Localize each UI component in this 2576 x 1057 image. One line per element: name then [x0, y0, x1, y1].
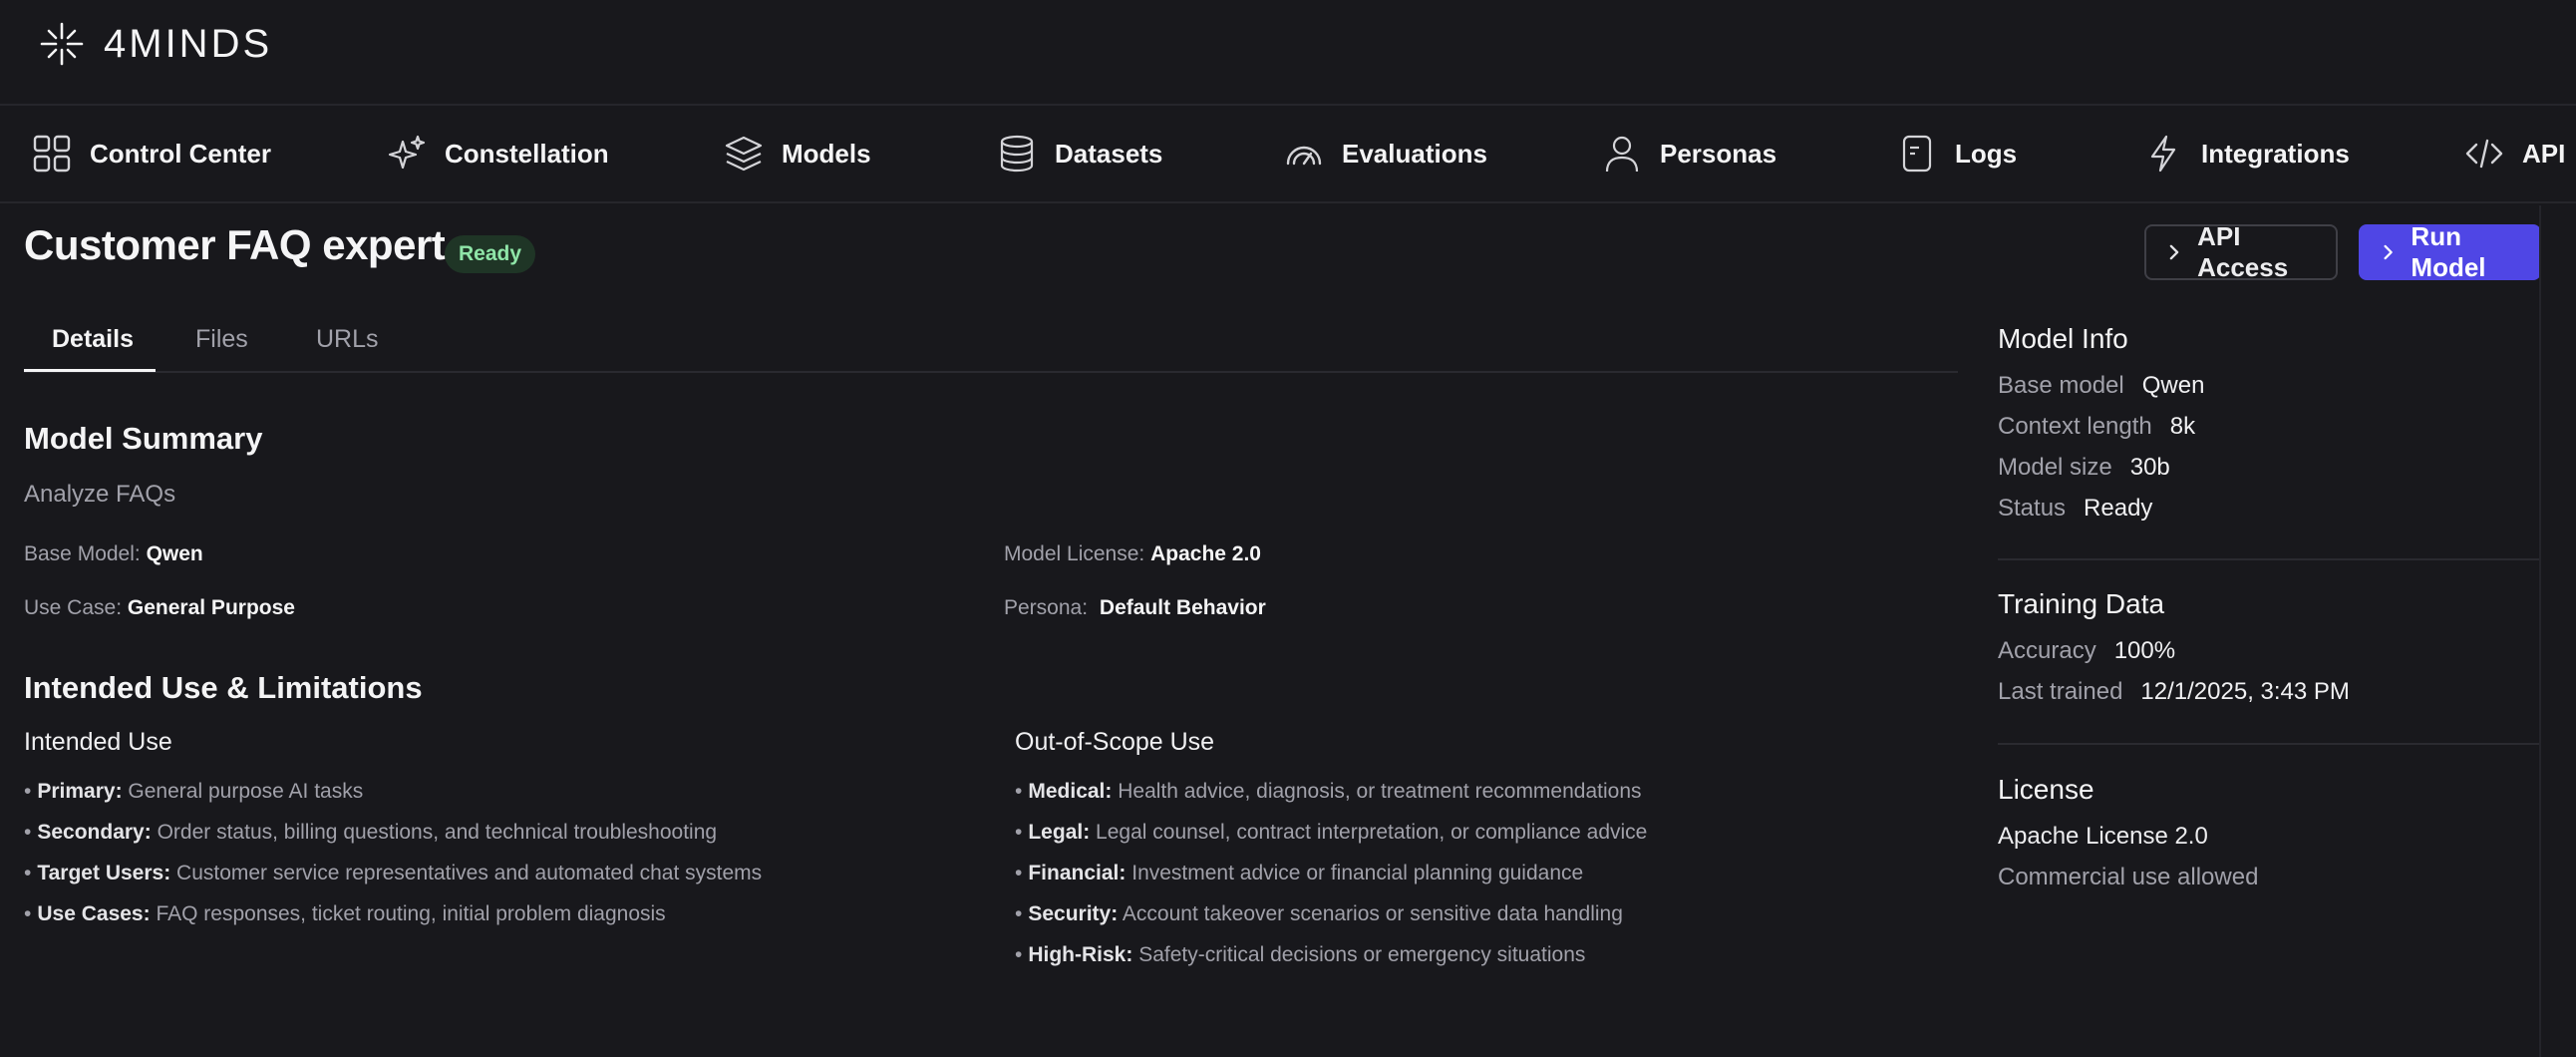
- intended-use-title: Intended Use: [24, 728, 172, 756]
- field-label: Persona:: [1004, 596, 1089, 619]
- lightning-icon: [2150, 135, 2176, 173]
- list-item: • Medical: Health advice, diagnosis, or t…: [1015, 780, 1642, 803]
- model-summary-heading: Model Summary: [24, 421, 263, 456]
- panel-edge: [2539, 205, 2541, 1057]
- use-case-field: Use Case: General Purpose: [24, 596, 295, 620]
- nav-item-control-center[interactable]: Control Center: [32, 106, 271, 201]
- model-license-field: Model License: Apache 2.0: [1004, 542, 1261, 566]
- info-row: Accuracy 100%: [1998, 637, 2176, 664]
- info-row: Status Ready: [1998, 495, 2153, 522]
- intended-use-heading: Intended Use & Limitations: [24, 670, 423, 705]
- sparkles-icon: [388, 135, 426, 170]
- field-value: General Purpose: [127, 596, 295, 619]
- main-nav: Control Center Constellation Models Data…: [0, 106, 2576, 203]
- tab-files[interactable]: Files: [195, 325, 248, 354]
- base-model-field: Base Model: Qwen: [24, 542, 203, 566]
- license-note: Commercial use allowed: [1998, 864, 2259, 890]
- nav-item-evaluations[interactable]: Evaluations: [1284, 106, 1487, 201]
- info-row: Model size 30b: [1998, 454, 2170, 481]
- logo-star-icon: [40, 22, 84, 66]
- brand-name: 4MINDS: [104, 21, 273, 66]
- chevron-right-icon: [2384, 244, 2393, 260]
- nav-label: Logs: [1955, 138, 2018, 169]
- status-badge: Ready: [445, 235, 536, 273]
- info-row: Last trained 12/1/2025, 3:43 PM: [1998, 678, 2350, 705]
- license-title: License: [1998, 774, 2094, 805]
- persona-field: Persona: Default Behavior: [1004, 596, 1266, 620]
- field-value: Default Behavior: [1099, 596, 1266, 619]
- divider: [1998, 743, 2539, 745]
- nav-label: Control Center: [90, 138, 271, 169]
- field-value: Apache 2.0: [1150, 542, 1261, 565]
- nav-item-constellation[interactable]: Constellation: [387, 106, 609, 201]
- nav-item-logs[interactable]: Logs: [1897, 106, 2017, 201]
- nav-label: API: [2522, 138, 2566, 169]
- nav-label: Evaluations: [1342, 138, 1487, 169]
- out-of-scope-title: Out-of-Scope Use: [1015, 728, 1215, 756]
- intended-use-list: • Primary: General purpose AI tasks • Seco…: [24, 778, 762, 941]
- nav-item-datasets[interactable]: Datasets: [997, 106, 1162, 201]
- list-item: • Financial: Investment advice or financi…: [1015, 862, 1584, 884]
- field-label: Base Model:: [24, 542, 141, 565]
- list-item: • High-Risk: Safety-critical decisions or…: [1015, 943, 1586, 966]
- field-label: Model License:: [1004, 542, 1145, 565]
- nav-item-personas[interactable]: Personas: [1602, 106, 1776, 201]
- license-name: Apache License 2.0: [1998, 823, 2208, 850]
- api-access-label: API Access: [2197, 221, 2289, 282]
- nav-label: Integrations: [2201, 138, 2350, 169]
- chevron-right-icon: [2169, 244, 2179, 260]
- nav-item-models[interactable]: Models: [724, 106, 871, 201]
- training-data-title: Training Data: [1998, 588, 2165, 619]
- gauge-icon: [1286, 146, 1322, 166]
- user-icon: [1605, 136, 1639, 173]
- info-row: Context length 8k: [1998, 413, 2196, 440]
- list-item: • Primary: General purpose AI tasks: [24, 780, 364, 803]
- tab-bar: Details Files URLs: [24, 309, 1958, 373]
- field-value: Qwen: [146, 542, 203, 565]
- training-data-panel: Training Data Accuracy 100% Last trained 1…: [1998, 588, 2539, 712]
- license-panel: License Apache License 2.0 Commercial us…: [1998, 774, 2539, 897]
- run-model-button[interactable]: Run Model: [2359, 221, 2541, 282]
- model-info-panel: Model Info Base model Qwen Context length…: [1998, 323, 2539, 528]
- model-description: Analyze FAQs: [24, 481, 176, 508]
- document-icon: [1902, 135, 1932, 173]
- grid-icon: [33, 135, 71, 173]
- brand-logo[interactable]: 4MINDS: [38, 20, 272, 68]
- out-of-scope-list: • Medical: Health advice, diagnosis, or t…: [1015, 778, 1647, 982]
- model-info-title: Model Info: [1998, 323, 2128, 354]
- layers-icon: [725, 136, 763, 172]
- database-icon: [1000, 135, 1034, 173]
- nav-label: Constellation: [445, 138, 609, 169]
- nav-item-integrations[interactable]: Integrations: [2143, 106, 2350, 201]
- nav-label: Personas: [1660, 138, 1777, 169]
- run-model-label: Run Model: [2411, 221, 2486, 282]
- list-item: • Security: Account takeover scenarios or…: [1015, 902, 1623, 925]
- list-item: • Target Users: Customer service represen…: [24, 862, 763, 884]
- field-label: Use Case:: [24, 596, 123, 619]
- tab-details[interactable]: Details: [52, 325, 134, 354]
- list-item: • Legal: Legal counsel, contract interpre…: [1015, 821, 1648, 844]
- active-tab-indicator: [24, 369, 156, 372]
- nav-label: Datasets: [1055, 138, 1163, 169]
- code-icon: [2465, 139, 2503, 169]
- nav-label: Models: [782, 138, 871, 169]
- api-access-button[interactable]: API Access: [2144, 221, 2338, 282]
- list-item: • Use Cases: FAQ responses, ticket routin…: [24, 902, 666, 925]
- top-bar: 4MINDS: [0, 0, 2576, 106]
- nav-item-api[interactable]: API: [2464, 106, 2565, 201]
- list-item: • Secondary: Order status, billing questi…: [24, 821, 718, 844]
- info-row: Base model Qwen: [1998, 372, 2205, 399]
- page-title: Customer FAQ expert: [24, 221, 446, 268]
- divider: [1998, 558, 2539, 560]
- tab-urls[interactable]: URLs: [316, 325, 379, 354]
